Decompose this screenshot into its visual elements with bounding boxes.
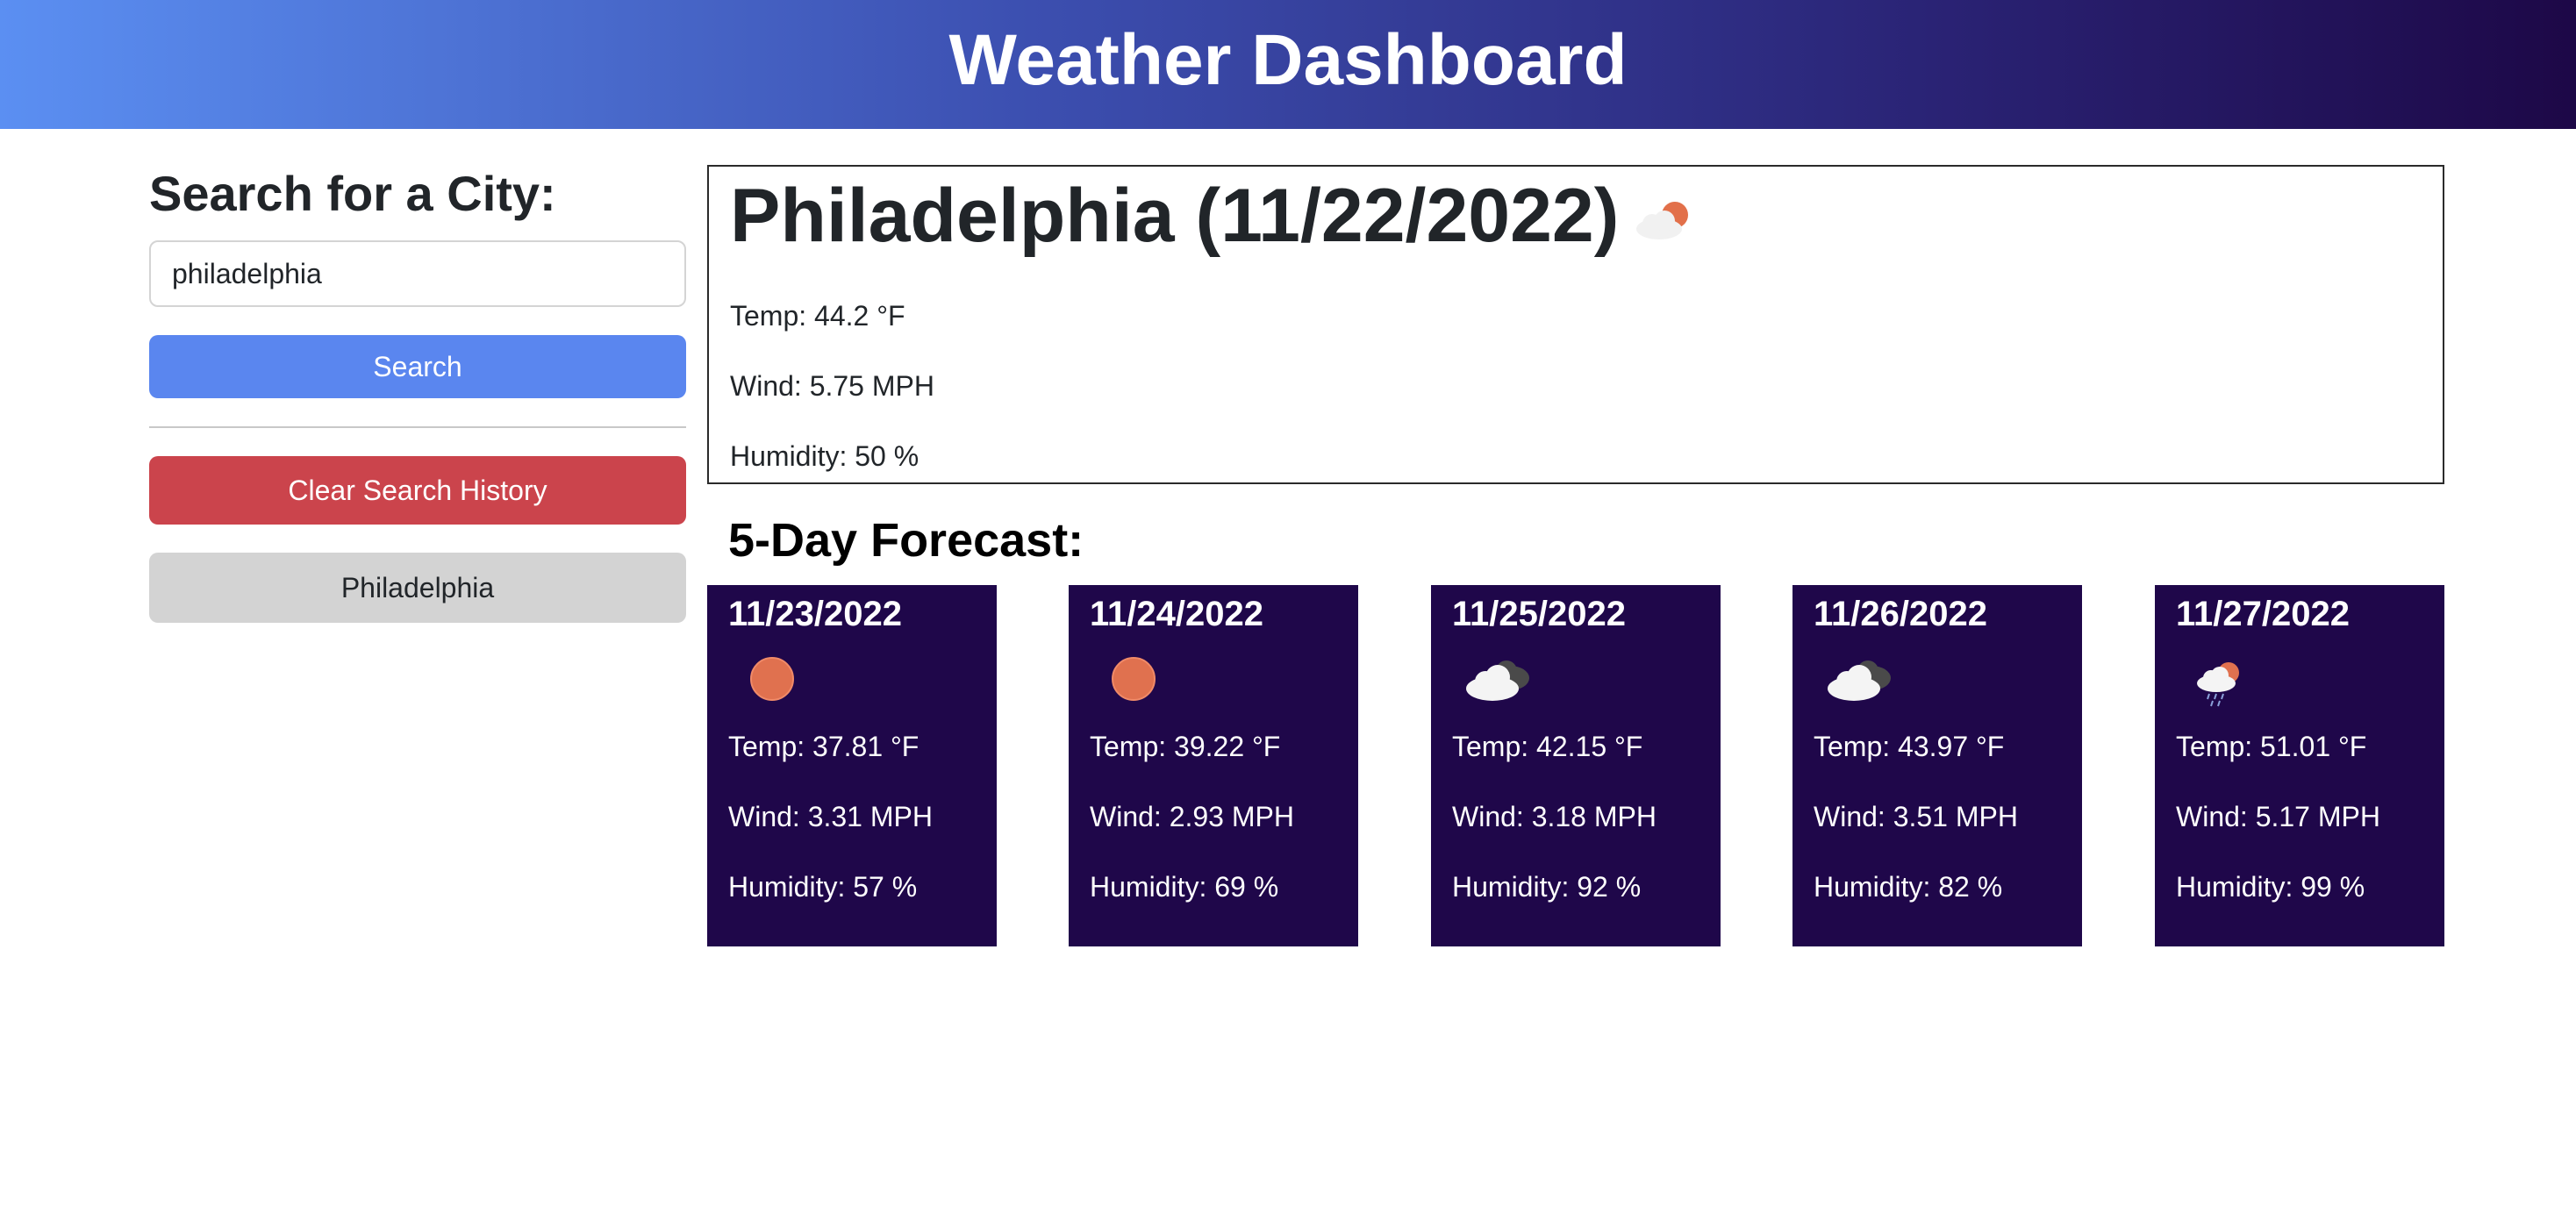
search-heading: Search for a City: <box>149 166 556 221</box>
current-title-row: Philadelphia (11/22/2022) <box>730 172 2443 260</box>
forecast-card: 11/26/2022 Temp: 43.97 °F Wind: 3.51 MPH… <box>1792 585 2082 946</box>
current-weather-card: Philadelphia (11/22/2022) Temp: 44.2 °F … <box>707 165 2444 484</box>
forecast-temp: Temp: 39.22 °F <box>1090 731 1281 762</box>
forecast-date: 11/26/2022 <box>1814 595 1987 633</box>
city-search-input[interactable] <box>149 240 686 307</box>
forecast-humidity: Humidity: 82 % <box>1814 871 2003 903</box>
forecast-card: 11/25/2022 Temp: 42.15 °F Wind: 3.18 MPH… <box>1431 585 1721 946</box>
current-humidity: Humidity: 50 % <box>730 440 919 472</box>
forecast-heading: 5-Day Forecast: <box>728 514 1084 567</box>
forecast-humidity: Humidity: 69 % <box>1090 871 1279 903</box>
forecast-row: 11/23/2022 Temp: 37.81 °F Wind: 3.31 MPH… <box>707 585 2444 946</box>
sidebar-divider <box>149 426 686 428</box>
search-button[interactable]: Search <box>149 335 686 398</box>
current-temp: Temp: 44.2 °F <box>730 300 905 332</box>
forecast-wind: Wind: 3.31 MPH <box>728 801 933 832</box>
search-sidebar: Search for a City: Search Clear Search H… <box>149 163 686 623</box>
forecast-card: 11/24/2022 Temp: 39.22 °F Wind: 2.93 MPH… <box>1069 585 1358 946</box>
current-city-title: Philadelphia (11/22/2022) <box>730 174 1620 258</box>
forecast-temp: Temp: 37.81 °F <box>728 731 919 762</box>
cloudy-icon <box>1828 660 1891 701</box>
forecast-temp: Temp: 43.97 °F <box>1814 731 2005 762</box>
forecast-wind: Wind: 5.17 MPH <box>2176 801 2380 832</box>
forecast-date: 11/25/2022 <box>1452 595 1626 633</box>
forecast-wind: Wind: 3.51 MPH <box>1814 801 2018 832</box>
forecast-card: 11/27/2022 Temp: 51.01 °F Wind: 5.17 MPH… <box>2155 585 2444 946</box>
forecast-wind: Wind: 3.18 MPH <box>1452 801 1657 832</box>
sun-icon <box>1112 657 1156 701</box>
forecast-date: 11/27/2022 <box>2176 595 2350 633</box>
rain-sun-icon <box>2197 662 2239 707</box>
current-wind: Wind: 5.75 MPH <box>730 370 934 402</box>
forecast-humidity: Humidity: 92 % <box>1452 871 1642 903</box>
forecast-card: 11/23/2022 Temp: 37.81 °F Wind: 3.31 MPH… <box>707 585 997 946</box>
forecast-date: 11/24/2022 <box>1090 595 1263 633</box>
forecast-temp: Temp: 51.01 °F <box>2176 731 2367 762</box>
sun-icon <box>750 657 794 701</box>
app-header: Weather Dashboard <box>0 0 2576 129</box>
cloudy-icon <box>1466 660 1529 701</box>
page-title: Weather Dashboard <box>948 19 1628 100</box>
forecast-wind: Wind: 2.93 MPH <box>1090 801 1294 832</box>
clear-history-button[interactable]: Clear Search History <box>149 456 686 525</box>
partly-cloudy-icon <box>1636 202 1689 239</box>
forecast-humidity: Humidity: 57 % <box>728 871 918 903</box>
forecast-date: 11/23/2022 <box>728 595 902 633</box>
forecast-humidity: Humidity: 99 % <box>2176 871 2365 903</box>
history-item-button[interactable]: Philadelphia <box>149 553 686 623</box>
forecast-temp: Temp: 42.15 °F <box>1452 731 1643 762</box>
